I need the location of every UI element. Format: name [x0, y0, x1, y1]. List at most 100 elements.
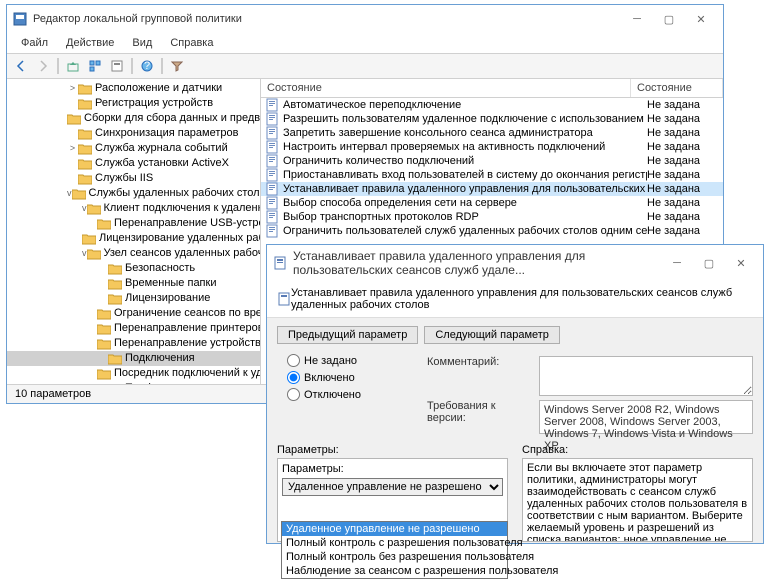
tree-node[interactable]: vСлужбы удаленных рабочих столов [7, 186, 260, 201]
folder-icon [87, 248, 101, 260]
maximize-button[interactable]: ▢ [653, 9, 685, 29]
window-title: Редактор локальной групповой политики [33, 13, 621, 25]
policy-icon [277, 292, 291, 306]
prev-param-button[interactable]: Предыдущий параметр [277, 326, 418, 344]
folder-icon [78, 143, 92, 155]
tree-node[interactable]: >Служба журнала событий [7, 141, 260, 156]
folder-icon [108, 293, 122, 305]
list-row[interactable]: Выбор транспортных протоколов RDPНе зада… [261, 210, 723, 224]
tree-item-label: Посредник подключений к удален [114, 367, 261, 380]
tree-node[interactable]: Перенаправление USB-устройств [7, 216, 260, 231]
column-header-state2[interactable]: Состояние [631, 79, 723, 97]
tree-node[interactable]: Регистрация устройств [7, 96, 260, 111]
list-row[interactable]: Запретить завершение консольного сеанса … [261, 126, 723, 140]
props-icon[interactable] [107, 56, 127, 76]
back-icon[interactable] [11, 56, 31, 76]
up-icon[interactable] [63, 56, 83, 76]
next-param-button[interactable]: Следующий параметр [424, 326, 560, 344]
comment-field[interactable] [539, 356, 753, 396]
minimize-button[interactable]: ─ [621, 9, 653, 29]
radio-disabled[interactable]: Отключено [277, 386, 417, 403]
policy-item-icon [265, 224, 279, 238]
dlg-maximize-button[interactable]: ▢ [693, 253, 725, 273]
tree-node[interactable]: Подключения [7, 351, 260, 366]
tree-item-label: Синхронизация параметров [95, 127, 238, 140]
params-inner-label: Параметры: [282, 463, 503, 475]
params-dropdown-list[interactable]: Удаленное управление не разрешеноПолный … [281, 521, 508, 579]
comment-label: Комментарий: [427, 356, 531, 368]
tree-pane[interactable]: >Расположение и датчикиРегистрация устро… [7, 79, 261, 397]
svg-text:?: ? [144, 60, 150, 72]
menu-file[interactable]: Файл [13, 35, 56, 51]
tree-item-label: Лицензирование удаленных рабочих [99, 232, 261, 245]
tree-node[interactable]: vКлиент подключения к удаленному р [7, 201, 260, 216]
row-state: Не задана [647, 126, 719, 140]
row-title: Автоматическое переподключение [283, 98, 647, 112]
titlebar: Редактор локальной групповой политики ─ … [7, 5, 723, 33]
params-select[interactable]: Удаленное управление не разрешено [282, 478, 503, 496]
policy-item-icon [265, 182, 279, 196]
tree-node[interactable]: Лицензирование [7, 291, 260, 306]
help-text: Если вы включаете этот параметр политики… [522, 458, 753, 542]
tree-node[interactable]: Перенаправление устройств и ре [7, 336, 260, 351]
column-header-state[interactable]: Состояние [261, 79, 631, 97]
list-row[interactable]: Автоматическое переподключениеНе задана [261, 98, 723, 112]
tree-node[interactable]: Перенаправление принтеров [7, 321, 260, 336]
folder-icon [108, 263, 122, 275]
tree-node[interactable]: Временные папки [7, 276, 260, 291]
folder-icon [108, 353, 122, 365]
tree-item-label: Узел сеансов удаленных рабочих сто [104, 247, 262, 260]
radio-not-configured[interactable]: Не задано [277, 352, 417, 369]
list-row[interactable]: Приостанавливать вход пользователей в си… [261, 168, 723, 182]
tree-item-label: Сборки для сбора данных и предварите... [84, 112, 261, 125]
tree-node[interactable]: Служба установки ActiveX [7, 156, 260, 171]
dropdown-option[interactable]: Полный контроль без разрешения пользоват… [282, 550, 507, 564]
list-row[interactable]: Ограничить количество подключенийНе зада… [261, 154, 723, 168]
radio-enabled[interactable]: Включено [277, 369, 417, 386]
dlg-minimize-button[interactable]: ─ [661, 253, 693, 273]
tree-item-label: Временные папки [125, 277, 216, 290]
menu-action[interactable]: Действие [58, 35, 122, 51]
tree-node[interactable]: Лицензирование удаленных рабочих [7, 231, 260, 246]
tree-node[interactable]: >Расположение и датчики [7, 81, 260, 96]
folder-icon [97, 218, 111, 230]
tree-node[interactable]: Службы IIS [7, 171, 260, 186]
list-row[interactable]: Ограничить пользователей служб удаленных… [261, 224, 723, 238]
row-title: Выбор транспортных протоколов RDP [283, 210, 647, 224]
tree-item-label: Перенаправление принтеров [114, 322, 261, 335]
menu-help[interactable]: Справка [162, 35, 221, 51]
list-row[interactable]: Выбор способа определения сети на сервер… [261, 196, 723, 210]
dropdown-option[interactable]: Удаленное управление не разрешено [282, 522, 507, 536]
tree-node[interactable]: Синхронизация параметров [7, 126, 260, 141]
tree-node[interactable]: Ограничение сеансов по времени [7, 306, 260, 321]
filter-icon[interactable] [167, 56, 187, 76]
list-icon[interactable] [85, 56, 105, 76]
dlg-close-button[interactable]: ✕ [725, 253, 757, 273]
dropdown-option[interactable]: Полный контроль с разрешения пользовател… [282, 536, 507, 550]
tree-node[interactable]: Безопасность [7, 261, 260, 276]
policy-item-icon [265, 126, 279, 140]
tree-item-label: Перенаправление устройств и ре [114, 337, 261, 350]
row-state: Не задана [647, 210, 719, 224]
list-row[interactable]: Устанавливает правила удаленного управле… [261, 182, 723, 196]
tree-item-label: Службы IIS [95, 172, 153, 185]
requirements-label: Требования к версии: [427, 400, 531, 424]
tree-node[interactable]: Сборки для сбора данных и предварите... [7, 111, 260, 126]
menu-view[interactable]: Вид [124, 35, 160, 51]
help-icon[interactable]: ? [137, 56, 157, 76]
app-icon [13, 12, 27, 26]
tree-item-label: Подключения [125, 352, 195, 365]
dropdown-option[interactable]: Наблюдение за сеансом с разрешения польз… [282, 564, 507, 578]
params-label: Параметры: [277, 444, 339, 456]
row-state: Не задана [647, 112, 719, 126]
folder-icon [78, 98, 92, 110]
list-row[interactable]: Настроить интервал проверяемых на активн… [261, 140, 723, 154]
list-row[interactable]: Разрешить пользователям удаленное подклю… [261, 112, 723, 126]
tree-node[interactable]: vУзел сеансов удаленных рабочих сто [7, 246, 260, 261]
tree-node[interactable]: Посредник подключений к удален [7, 366, 260, 381]
help-label: Справка: [522, 444, 568, 456]
folder-icon [108, 278, 122, 290]
close-button[interactable]: ✕ [685, 9, 717, 29]
forward-icon[interactable] [33, 56, 53, 76]
row-state: Не задана [647, 168, 719, 182]
